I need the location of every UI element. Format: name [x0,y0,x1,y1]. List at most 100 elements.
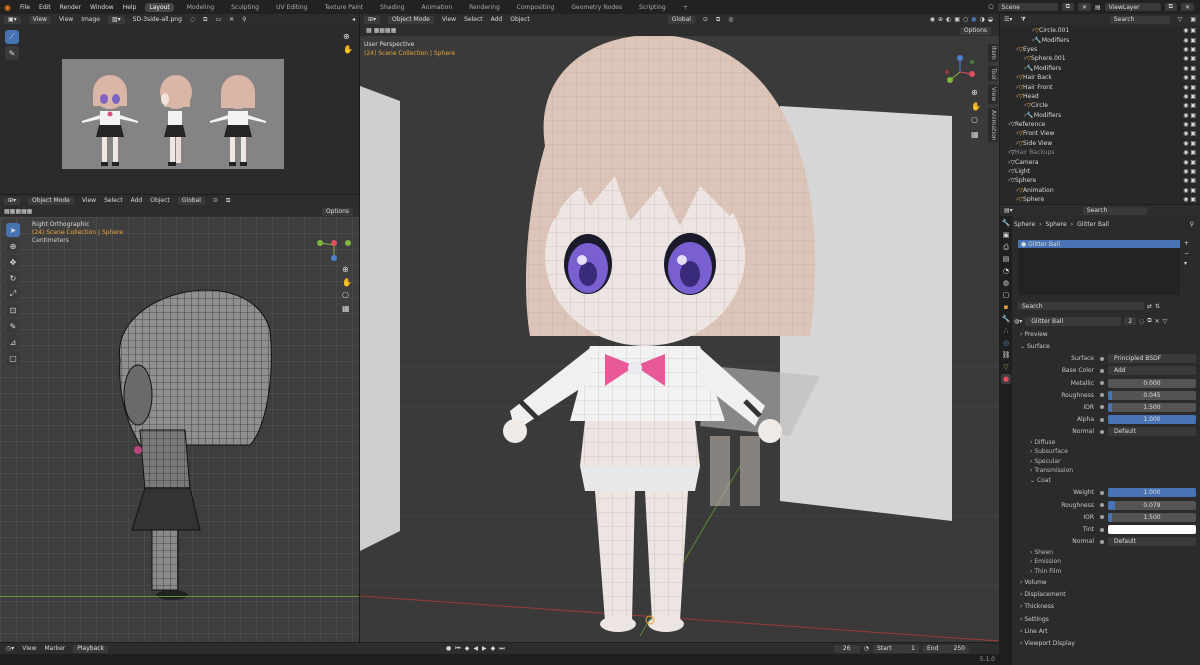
current-frame-field[interactable]: 26 [833,644,860,653]
new-collection-icon[interactable]: ▣ [1190,16,1200,23]
tab-scripting[interactable]: Scripting [635,3,670,12]
ortho-orientation-dropdown[interactable]: Global [177,196,205,205]
tab-uv-editing[interactable]: UV Editing [272,3,311,12]
autokey-icon[interactable]: ● [446,645,451,652]
main-pan-icon[interactable]: ✋ [971,102,981,111]
subpanel-thin-film[interactable]: › Thin Film [1014,567,1198,576]
add-workspace-button[interactable]: + [679,3,692,12]
overlay-toggle-icon[interactable]: ◐ [946,16,951,23]
select-tool-icon[interactable]: ➤ [6,223,20,237]
outliner-row[interactable]: › ▽ Eyes ◉ ▣ [1000,45,1200,54]
fake-user-icon[interactable]: ◌ [190,16,195,23]
view-layer-selector[interactable]: ViewLayer [1104,3,1161,11]
panel-displacement[interactable]: › Displacement [1014,588,1198,600]
menu-window[interactable]: Window [90,4,114,11]
outliner-row[interactable]: › ▽ Hair Back ◉ ▣ [1000,73,1200,82]
ortho-pivot-icon[interactable]: ⊙ [213,197,218,204]
visibility-toggle-icon[interactable]: ◉ ▣ [1183,130,1200,137]
ortho-grid-icon[interactable]: ▦ [342,304,352,313]
properties-search-input[interactable]: Search [1082,206,1147,215]
scale-tool-icon[interactable]: ⤢ [6,287,20,301]
socket-icon[interactable] [1100,393,1104,398]
visibility-toggle-icon[interactable]: ◉ ▣ [1183,102,1200,109]
outliner-row[interactable]: › ▽ Circle.001 ◉ ▣ [1000,26,1200,35]
slot-menu-icon[interactable]: ▾ [1184,260,1189,267]
property-field[interactable]: 1.000 [1108,488,1196,498]
main-orientation-dropdown[interactable]: Global [667,15,695,24]
property-field[interactable]: Add [1108,366,1196,376]
remove-slot-icon[interactable]: − [1184,250,1189,257]
image-name-field[interactable]: SD-3side-all.png [133,16,182,23]
end-frame-field[interactable]: End 250 [923,644,969,653]
material-users-count[interactable]: 2 [1124,317,1137,325]
material-slot-item[interactable]: ● Glitter Ball [1018,240,1180,248]
main-proportional-icon[interactable]: ◎ [728,16,733,23]
scene-props-icon[interactable]: ◔ [1001,266,1011,276]
image-sidebar-toggle[interactable]: ◂ [352,16,359,23]
pan-hand-icon[interactable]: ✋ [343,45,353,54]
render-props-icon[interactable]: ▣ [1001,230,1011,240]
start-frame-field[interactable]: Start 1 [873,644,919,653]
outliner-row[interactable]: › 🔧 Modifiers ◉ ▣ [1000,35,1200,44]
reverse-sort-icon[interactable]: ⇅ [1155,303,1160,310]
output-props-icon[interactable]: ⎙ [1001,242,1011,252]
play-icon[interactable]: ▶ [482,645,487,652]
outliner-row[interactable]: › 🔧 Modifiers ◉ ▣ [1000,111,1200,120]
tab-animation[interactable]: Animation [418,3,457,12]
new-scene-button[interactable]: ⧉ [1061,3,1074,11]
delete-view-layer-button[interactable]: ✕ [1180,3,1194,11]
editor-type-button[interactable]: ▣▾ [4,15,21,24]
property-field[interactable]: 1.500 [1108,512,1196,522]
socket-icon[interactable] [1100,368,1104,373]
panel-thickness[interactable]: › Thickness [1014,601,1198,613]
property-field[interactable]: 0.045 [1108,390,1196,400]
material-browse-icon[interactable]: ◍▾ [1014,318,1022,325]
visibility-toggle-icon[interactable]: ◉ ▣ [1183,37,1200,44]
main-menu-select[interactable]: Select [464,16,483,23]
ortho-editor-type-button[interactable]: ⊞▾ [4,196,21,205]
ortho-menu-view[interactable]: View [82,197,96,204]
duplicate-material-icon[interactable]: ⧉ [1147,317,1151,325]
tab-sculpting[interactable]: Sculpting [227,3,263,12]
subpanel-diffuse[interactable]: › Diffuse [1014,438,1198,447]
timeline-menu-view[interactable]: View [22,645,36,652]
outliner-row[interactable]: › ▽ Circle ◉ ▣ [1000,101,1200,110]
visibility-toggle-icon[interactable]: ◉ ▣ [1183,112,1200,119]
shading-material-icon[interactable]: ◑ [980,16,985,23]
socket-icon[interactable] [1100,405,1104,410]
menu-edit[interactable]: Edit [39,4,51,11]
add-cube-tool-icon[interactable]: ▢ [6,351,20,365]
outliner-row[interactable]: › ▽ Camera ◉ ▣ [1000,157,1200,166]
panel-volume[interactable]: › Volume [1014,576,1198,588]
menu-file[interactable]: File [20,4,30,11]
tab-view[interactable]: View [988,85,998,104]
image-menu-view[interactable]: View [59,16,73,23]
add-slot-icon[interactable]: + [1184,240,1189,247]
pin-properties-icon[interactable]: ⚲ [1190,221,1198,228]
shading-solid-icon[interactable]: ● [971,16,976,23]
physics-props-icon[interactable]: ◎ [1001,338,1011,348]
play-reverse-icon[interactable]: ◀ [473,645,478,652]
visibility-toggle-icon[interactable]: ◉ ▣ [1183,93,1200,100]
material-props-icon[interactable]: ● [1001,374,1011,384]
timeline-playback-dropdown[interactable]: Playback [73,644,109,653]
ortho-camera-icon[interactable]: ⎔ [342,291,352,300]
new-image-icon[interactable]: ⧉ [203,16,207,24]
world-props-icon[interactable]: ◍ [1001,278,1011,288]
main-menu-view[interactable]: View [442,16,456,23]
visibility-toggle-icon[interactable]: ◉ ▣ [1183,121,1200,128]
outliner-row[interactable]: › ▽ Head ◉ ▣ [1000,92,1200,101]
main-snap-icon[interactable]: ⧉ [716,16,720,24]
visibility-toggle-icon[interactable]: ◉ ▣ [1183,187,1200,194]
new-view-layer-button[interactable]: ⧉ [1164,3,1177,11]
visibility-toggle-icon[interactable]: ◉ ▣ [1183,149,1200,156]
xray-toggle-icon[interactable]: ▣ [954,16,960,23]
subpanel-emission[interactable]: › Emission [1014,557,1198,566]
outliner-row[interactable]: › ▽ Side View ◉ ▣ [1000,139,1200,148]
ortho-options-button[interactable]: Options [321,207,353,216]
ortho-menu-add[interactable]: Add [131,197,143,204]
unlink-image-icon[interactable]: ✕ [229,16,234,23]
visibility-toggle-icon[interactable]: ◉ ▣ [1183,46,1200,53]
main-menu-add[interactable]: Add [491,16,503,23]
visibility-toggle-icon[interactable]: ◉ ▣ [1183,140,1200,147]
